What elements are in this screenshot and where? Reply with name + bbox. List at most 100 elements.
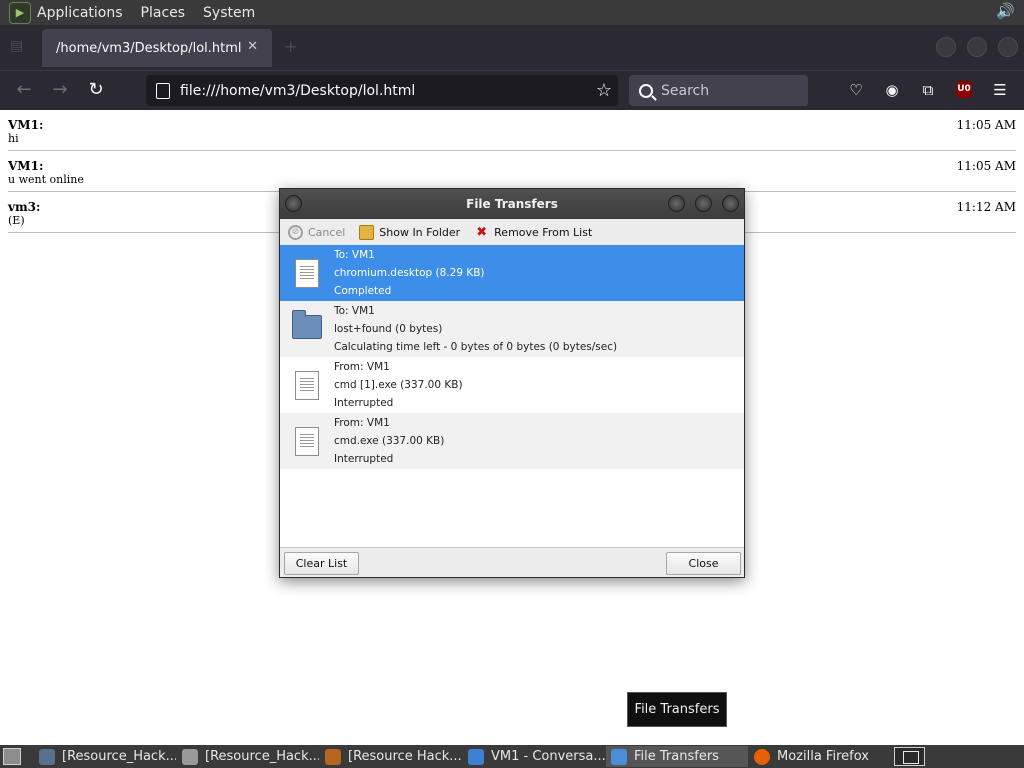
chat-icon: [468, 748, 484, 765]
dialog-toolbar: ⊘ Cancel Show In Folder ✖ Remove From Li…: [280, 219, 744, 245]
bookmark-star-icon[interactable]: ☆: [596, 80, 612, 101]
firefox-icon: [754, 748, 770, 765]
workspace-switcher[interactable]: [894, 747, 925, 766]
ublock-origin-icon[interactable]: U0: [956, 81, 972, 98]
back-arrow-icon[interactable]: ←: [12, 79, 36, 101]
message-time: 11:12 AM: [956, 200, 1016, 214]
taskbar-item-label: [Resource_Hack...: [62, 749, 176, 764]
chat-message: VM1: hi 11:05 AM: [8, 110, 1016, 151]
document-icon: [295, 427, 319, 456]
dialog-title: File Transfers: [466, 197, 558, 211]
show-in-folder-button[interactable]: Show In Folder: [359, 224, 461, 240]
taskbar-item-label: [Resource Hack...: [348, 749, 462, 764]
browser-tabstrip: ▤ /home/vm3/Desktop/lol.html ✕ +: [0, 25, 1024, 70]
close-icon[interactable]: ✕: [247, 39, 258, 54]
window-icon: [39, 748, 55, 765]
transfer-direction: To: VM1: [334, 249, 375, 261]
taskbar-item-resource-hacker-1[interactable]: [Resource_Hack...: [34, 746, 176, 767]
search-placeholder: Search: [661, 82, 710, 99]
transfer-status: Completed: [334, 285, 392, 297]
url-text: file:///home/vm3/Desktop/lol.html: [180, 82, 416, 99]
message-sender: VM1:: [8, 118, 44, 132]
minimize-window-button[interactable]: [936, 37, 956, 57]
document-icon: [295, 371, 319, 400]
transfer-file: chromium.desktop (8.29 KB): [334, 267, 485, 279]
transfer-file: lost+found (0 bytes): [334, 323, 443, 335]
file-transfers-dialog: File Transfers ⊘ Cancel Show In Folder ✖…: [279, 188, 745, 578]
speaker-icon[interactable]: 🔊: [996, 2, 1016, 22]
extensions-icon[interactable]: ⧉: [918, 80, 938, 100]
tab-title: /home/vm3/Desktop/lol.html: [56, 40, 242, 56]
new-tab-icon[interactable]: +: [284, 37, 297, 56]
firefox-view-icon[interactable]: ▤: [10, 38, 28, 56]
folder-icon: [182, 748, 198, 765]
hamburger-menu-icon[interactable]: ☰: [990, 80, 1010, 100]
message-time: 11:05 AM: [956, 118, 1016, 132]
search-input[interactable]: Search: [629, 75, 808, 106]
pocket-icon[interactable]: ♡: [846, 80, 866, 100]
transfer-status: Calculating time left - 0 bytes of 0 byt…: [334, 341, 618, 353]
close-window-button[interactable]: [998, 37, 1018, 57]
url-bar[interactable]: file:///home/vm3/Desktop/lol.html ☆: [146, 75, 618, 106]
dialog-titlebar[interactable]: File Transfers: [280, 189, 744, 219]
bottom-taskbar: [Resource_Hack... [Resource_Hack... [Res…: [0, 745, 1024, 768]
folder-icon: [292, 310, 322, 339]
taskbar-item-file-transfers[interactable]: File Transfers: [606, 746, 748, 767]
transfer-row[interactable]: From: VM1 cmd.exe (337.00 KB) Interrupte…: [280, 413, 744, 469]
transfer-direction: To: VM1: [334, 305, 375, 317]
account-icon[interactable]: ◉: [882, 80, 902, 100]
page-icon: [156, 82, 170, 99]
clear-list-button[interactable]: Clear List: [284, 552, 359, 575]
close-orb-icon[interactable]: [722, 195, 739, 212]
transfer-file: cmd [1].exe (337.00 KB): [334, 379, 463, 391]
taskbar-item-resource-hacker-3[interactable]: [Resource Hack...: [320, 746, 462, 767]
transfer-row[interactable]: To: VM1 chromium.desktop (8.29 KB) Compl…: [280, 245, 744, 301]
remove-from-list-label: Remove From List: [494, 225, 593, 239]
remove-from-list-button[interactable]: ✖ Remove From List: [474, 225, 592, 240]
window-menu-orb-icon[interactable]: [285, 195, 302, 212]
taskbar-item-resource-hacker-2[interactable]: [Resource_Hack...: [177, 746, 319, 767]
message-time: 11:05 AM: [956, 159, 1016, 173]
navigation-toolbar: ← → ↻ file:///home/vm3/Desktop/lol.html …: [0, 70, 1024, 110]
tab-lol-html[interactable]: /home/vm3/Desktop/lol.html ✕: [42, 29, 272, 67]
transfer-status: Interrupted: [334, 397, 394, 409]
menu-applications[interactable]: Applications: [37, 5, 123, 21]
transfer-icon: [611, 748, 627, 765]
resource-hacker-icon: [325, 748, 341, 765]
taskbar-item-label: VM1 - Conversa...: [491, 749, 605, 764]
cancel-icon: ⊘: [288, 224, 303, 240]
menu-system[interactable]: System: [203, 5, 255, 21]
transfer-row[interactable]: From: VM1 cmd [1].exe (337.00 KB) Interr…: [280, 357, 744, 413]
transfer-row[interactable]: To: VM1 lost+found (0 bytes) Calculating…: [280, 301, 744, 357]
taskbar-item-vm1-conversation[interactable]: VM1 - Conversa...: [463, 746, 605, 767]
maximize-orb-icon[interactable]: [695, 195, 712, 212]
maximize-window-button[interactable]: [967, 37, 987, 57]
show-in-folder-label: Show In Folder: [379, 225, 461, 239]
top-panel: ▶ Applications Places System 🔊: [0, 0, 1024, 25]
forward-arrow-icon[interactable]: →: [48, 79, 72, 101]
reload-icon[interactable]: ↻: [84, 79, 108, 101]
cancel-label: Cancel: [308, 225, 346, 239]
taskbar-item-label: File Transfers: [634, 749, 719, 764]
taskbar-tooltip: File Transfers: [627, 692, 727, 727]
minimize-orb-icon[interactable]: [668, 195, 685, 212]
message-text: u went online: [8, 173, 84, 186]
show-desktop-icon[interactable]: [3, 748, 21, 765]
dialog-footer: Clear List Close: [280, 547, 744, 577]
document-icon: [295, 259, 319, 288]
taskbar-item-label: Mozilla Firefox: [777, 749, 869, 764]
terminal-logo-icon[interactable]: ▶: [9, 1, 31, 24]
cancel-button[interactable]: ⊘ Cancel: [288, 224, 346, 240]
taskbar-item-label: [Resource_Hack...: [205, 749, 319, 764]
transfer-direction: From: VM1: [334, 417, 390, 429]
taskbar-item-mozilla-firefox[interactable]: Mozilla Firefox: [749, 746, 891, 767]
search-icon: [639, 83, 653, 98]
menu-places[interactable]: Places: [141, 5, 186, 21]
message-text: hi: [8, 132, 19, 145]
transfer-direction: From: VM1: [334, 361, 390, 373]
transfer-list[interactable]: To: VM1 chromium.desktop (8.29 KB) Compl…: [280, 245, 744, 549]
remove-x-icon: ✖: [476, 224, 488, 240]
transfer-status: Interrupted: [334, 453, 394, 465]
close-button[interactable]: Close: [666, 552, 741, 575]
message-sender: VM1:: [8, 159, 44, 173]
